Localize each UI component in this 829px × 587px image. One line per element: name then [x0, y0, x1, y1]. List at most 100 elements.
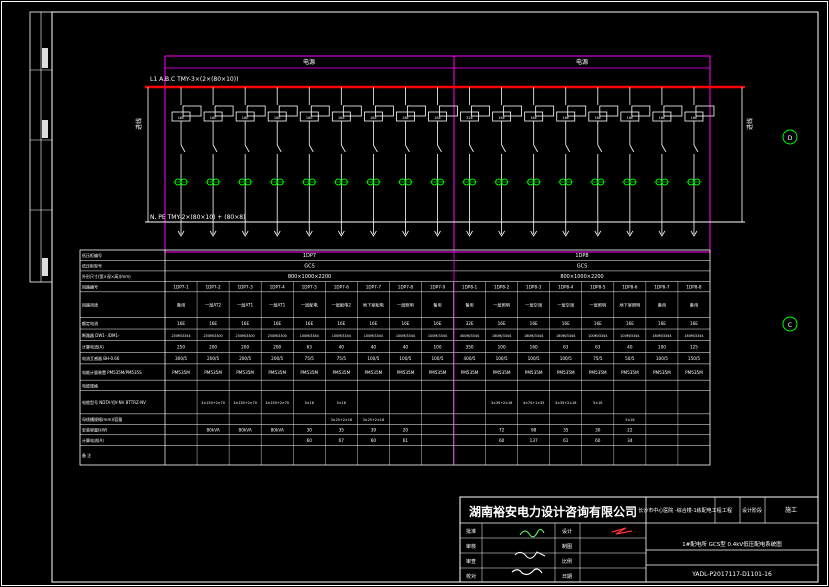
cell-meter: PM535M: [557, 370, 575, 375]
breaker-label: 32E: [466, 116, 473, 120]
cell-id: 1DP8-2: [494, 285, 510, 290]
row-header: 计算电流(A): [82, 343, 104, 349]
cell-ct: 100/5: [496, 356, 508, 361]
cell-setting: 350: [466, 344, 474, 349]
row-header: 低压柜编号: [82, 252, 102, 258]
cell-use: 一层照明: [589, 303, 606, 309]
cell-frame: 16E: [594, 321, 602, 326]
feeder-1DP8-4: 16E: [556, 87, 587, 237]
cell-kw: 80kVA: [206, 428, 219, 433]
cell-ct: 100/5: [399, 356, 411, 361]
row-header: 备 注: [82, 452, 91, 458]
cell-cable: 3×150+2×70: [233, 401, 257, 405]
feeder-circuits: 16E 16E 16E 16E 16E 16E 16E 16E 16E 32E 16E 16E 16E 1…: [171, 87, 715, 237]
breaker-label: 16E: [530, 116, 537, 120]
cell-id: 1DP7-7: [366, 285, 382, 290]
cell-ct: 50/5: [625, 356, 635, 361]
row-header: 电缆型号 NDTA-YJV-NV BTTRZ-NV: [82, 399, 146, 405]
group-model: GCS: [304, 264, 315, 270]
cell-id: 1DP8-5: [590, 285, 606, 290]
binding-strip: [29, 11, 53, 283]
group-panel: 1DP7: [303, 253, 316, 259]
outer-frame: [1, 1, 828, 586]
svg-text:C: C: [788, 322, 792, 329]
feeder-1DP7-4: 16E: [267, 87, 298, 237]
cell-meter: PM535M: [493, 370, 511, 375]
cell-id: 1DP8-8: [686, 285, 702, 290]
feeder-1DP7-7: 16E: [363, 87, 394, 237]
cell-ct: 100/5: [528, 356, 540, 361]
breaker-label: 16E: [562, 116, 569, 120]
switch-contact: [405, 144, 410, 153]
drawing-number: YADL-P2017117-D1101-16: [691, 571, 772, 578]
cell-setting: 40: [627, 344, 633, 349]
cell-use: 一层AT1: [269, 303, 285, 309]
cell-breaker: 160M/3344: [652, 334, 671, 338]
cell-kw: 80kVA: [271, 428, 284, 433]
section-label-right: 电源: [576, 58, 588, 66]
switch-contact: [501, 144, 506, 153]
cell-ia: 34: [627, 438, 633, 443]
cell-setting: 200: [273, 344, 281, 349]
breaker-label: 16E: [370, 116, 377, 120]
cell-breaker: 100M/3344: [620, 334, 639, 338]
cell-ct: 100/5: [431, 356, 443, 361]
feeder-1DP8-3: 16E: [524, 87, 555, 237]
feeder-1DP8-7: 16E: [652, 87, 683, 237]
cell-breaker: 160M/3344: [556, 334, 575, 338]
cell-use: 一层照明: [397, 303, 414, 309]
cell-setting: 40: [339, 344, 345, 349]
breaker-label: 16E: [242, 116, 249, 120]
cell-breaker: 100M/3344: [332, 334, 351, 338]
cell-meter: PM535M: [268, 370, 286, 375]
cell-setting: 160: [530, 344, 538, 349]
cell-bus: 3×25+2×16: [331, 418, 352, 422]
row-header: 回路用途: [82, 302, 98, 308]
cell-meter: PM535M: [621, 370, 639, 375]
cell-setting: 250: [177, 344, 185, 349]
cell-id: 1DP8-1: [462, 285, 478, 290]
cell-ia: 61: [563, 438, 569, 443]
switch-contact: [629, 144, 635, 153]
cell-breaker: 400M/3344: [460, 334, 479, 338]
cell-use: 备用: [465, 302, 473, 309]
cell-frame: 16E: [498, 321, 506, 326]
cell-frame: 16E: [177, 321, 185, 326]
breaker-label: 16E: [498, 116, 505, 120]
source-label-left: 进线: [135, 118, 143, 130]
cell-kw: 98: [531, 428, 537, 433]
cell-setting: 100: [434, 344, 442, 349]
cell-cable: 5×16: [337, 401, 346, 405]
cell-breaker: 250M/3300: [204, 334, 223, 338]
cell-id: 1DP7-9: [430, 285, 446, 290]
row-header: 外形尺寸(宽×深×高)(mm): [82, 273, 131, 279]
switch-contact: [212, 144, 218, 153]
cell-use: 一层AT2: [205, 303, 221, 309]
cell-ia: 137: [530, 438, 538, 443]
title-block-roles: 批准审核审查校对 设计制图比例日期: [460, 523, 646, 582]
cell-ct: 300/5: [175, 356, 187, 361]
cell-kw: 30: [595, 428, 601, 433]
breaker-label: 16E: [659, 116, 666, 120]
cell-ct: 100/5: [560, 356, 572, 361]
cell-meter: PM535M: [525, 370, 543, 375]
cell-frame: 16E: [530, 321, 538, 326]
cell-setting: 63: [563, 344, 569, 349]
cell-use: 地下室配电: [363, 302, 385, 309]
feeder-1DP7-5: 16E: [299, 87, 330, 237]
cell-setting: 63: [307, 344, 313, 349]
row-header: 电流互感器 BH-0.66: [82, 355, 120, 361]
cell-ct: 150/5: [688, 356, 700, 361]
cell-meter: PM535M: [685, 370, 703, 375]
cell-id: 1DP7-1: [173, 285, 189, 290]
feeder-1DP8-5: 16E: [588, 87, 619, 237]
cell-setting: 63: [595, 344, 601, 349]
switch-contact: [533, 144, 539, 153]
switch-contact: [373, 144, 378, 153]
role-label: 比例: [562, 558, 572, 565]
cell-id: 1DP8-3: [526, 285, 542, 290]
cell-frame: 16E: [626, 321, 634, 326]
cell-ia: 60: [499, 438, 505, 443]
switch-contact: [244, 144, 250, 153]
feeder-1DP8-1: 32E: [460, 87, 490, 237]
